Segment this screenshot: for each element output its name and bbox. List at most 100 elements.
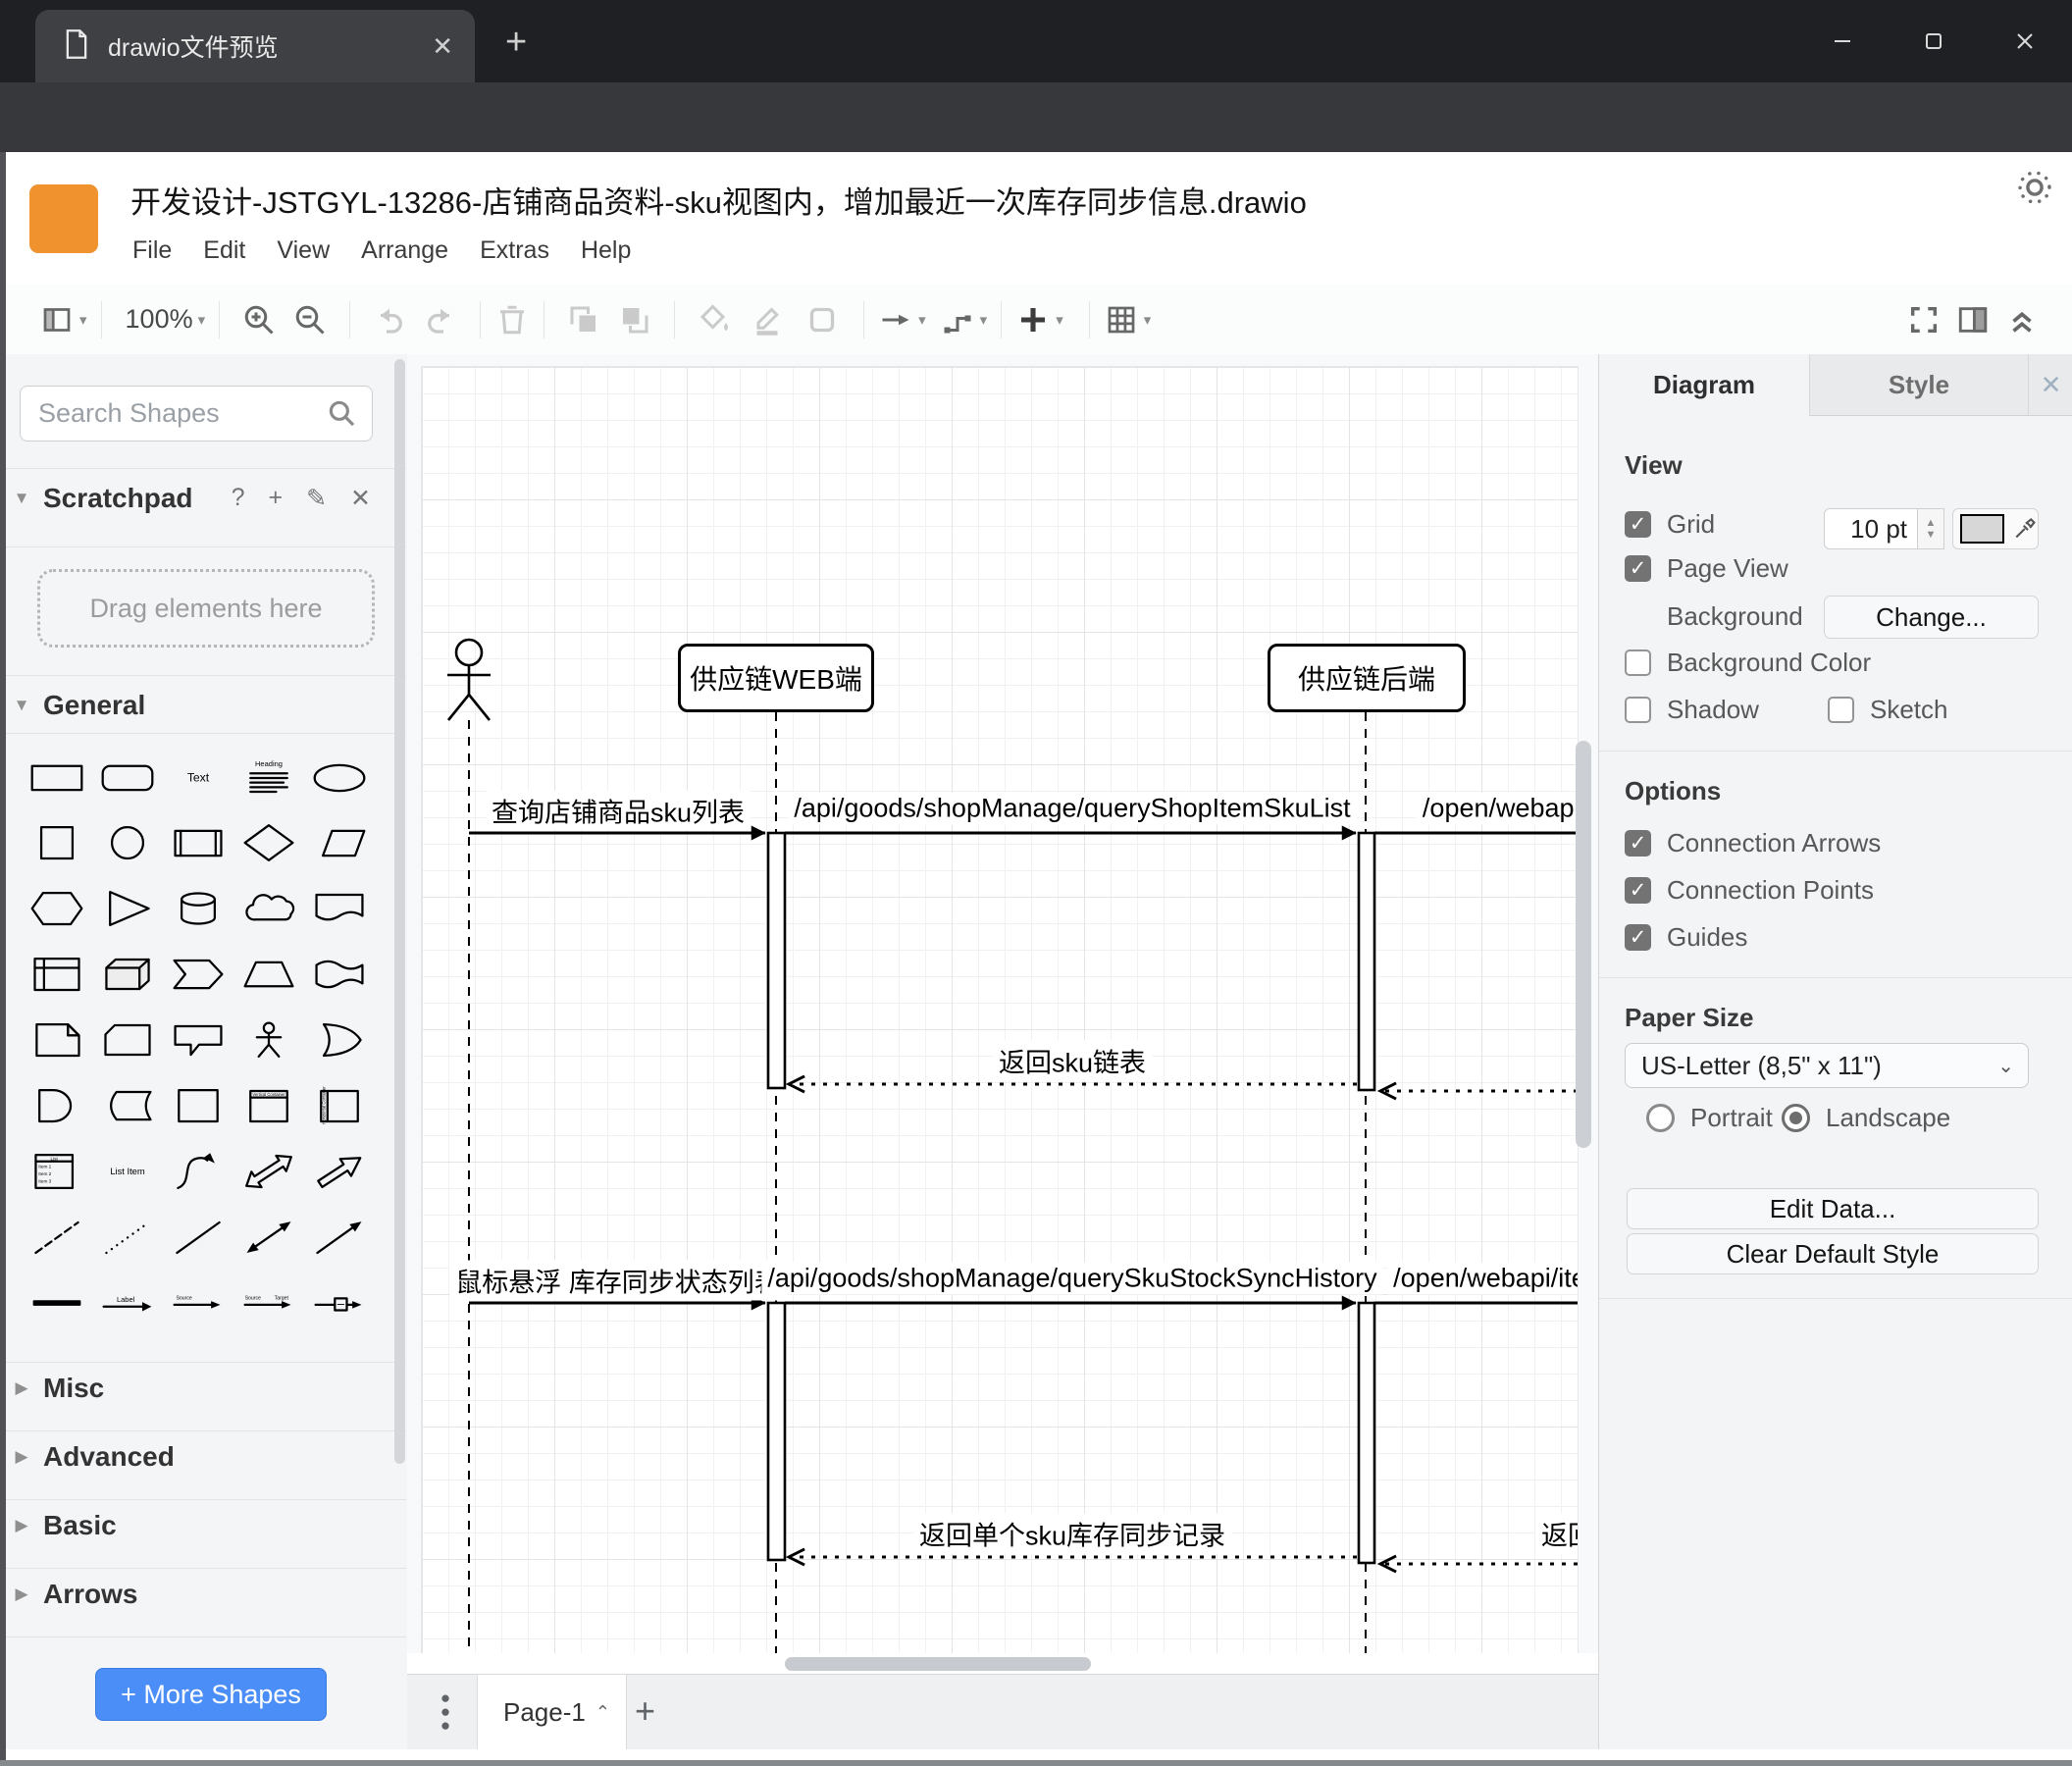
shape-cylinder[interactable] <box>166 879 231 938</box>
edit-data-button[interactable]: Edit Data... <box>1627 1188 2039 1229</box>
fill-color-icon[interactable] <box>697 298 732 341</box>
theme-toggle-icon[interactable] <box>2013 166 2056 214</box>
connection-arrow-button[interactable]: ▾ <box>878 298 926 341</box>
shape-tape[interactable] <box>307 945 372 1004</box>
shape-document[interactable] <box>307 879 372 938</box>
section-general[interactable]: ▼ General <box>0 684 406 727</box>
landscape-radio[interactable] <box>1782 1104 1810 1132</box>
format-panel-toggle-icon[interactable] <box>1956 298 1990 341</box>
shape-process[interactable] <box>166 813 231 872</box>
menu-help[interactable]: Help <box>581 236 631 265</box>
undo-icon[interactable] <box>372 298 407 341</box>
shape-actor[interactable] <box>236 1011 301 1069</box>
shape-hexagon[interactable] <box>25 879 89 938</box>
scratchpad-close-icon[interactable]: ✕ <box>350 484 371 513</box>
shape-callout[interactable] <box>166 1011 231 1069</box>
vertical-scrollbar[interactable] <box>1576 741 1591 1148</box>
to-back-icon[interactable] <box>617 298 652 341</box>
page-view-checkbox[interactable] <box>1625 555 1651 582</box>
message-label[interactable]: 返回 <box>1535 1513 1578 1554</box>
change-background-button[interactable]: Change... <box>1824 596 2039 639</box>
shape-dashed-line[interactable] <box>25 1208 89 1267</box>
shape-or[interactable] <box>307 1011 372 1069</box>
portrait-radio[interactable] <box>1646 1104 1675 1132</box>
search-input[interactable] <box>36 392 325 434</box>
shape-list-item[interactable]: List Item <box>95 1142 160 1201</box>
activation-web-1[interactable] <box>766 831 787 1090</box>
tab-diagram[interactable]: Diagram <box>1599 354 1809 415</box>
more-shapes-button[interactable]: + More Shapes <box>95 1668 327 1721</box>
insert-button[interactable]: ▾ <box>1015 298 1063 341</box>
shape-ellipse[interactable] <box>307 748 372 806</box>
tab-close-icon[interactable]: ✕ <box>432 31 453 62</box>
activation-backend-2[interactable] <box>1357 1301 1376 1565</box>
diagram-canvas[interactable]: 供应链WEB端 供应链后端 查询店铺商品sku列表 /api/goods/sho… <box>407 354 1598 1674</box>
shape-source-connector[interactable]: Source <box>166 1273 231 1332</box>
shape-text[interactable]: Text <box>166 748 231 806</box>
shape-and[interactable] <box>25 1076 89 1135</box>
message-label[interactable]: /open/webapi/ <box>1416 792 1578 825</box>
horizontal-scrollbar[interactable] <box>785 1657 1091 1671</box>
page-tab[interactable]: Page-1 ⌃ <box>477 1675 627 1750</box>
shape-dotted-line[interactable] <box>95 1208 160 1267</box>
shape-step[interactable] <box>166 945 231 1004</box>
actor-figure[interactable] <box>446 638 492 721</box>
shape-circle[interactable] <box>95 813 160 872</box>
menu-view[interactable]: View <box>277 236 330 265</box>
message-label[interactable]: 返回单个sku库存同步记录 <box>912 1513 1232 1554</box>
shadow-checkbox[interactable] <box>1625 697 1651 723</box>
section-advanced[interactable]: ▶ Advanced <box>0 1435 406 1479</box>
connection-points-checkbox[interactable] <box>1625 877 1651 904</box>
scratchpad-add-icon[interactable]: + <box>268 484 283 513</box>
section-misc[interactable]: ▶ Misc <box>0 1367 406 1410</box>
participant-web[interactable]: 供应链WEB端 <box>678 644 874 712</box>
shape-trapezoid[interactable] <box>236 945 301 1004</box>
shape-diamond[interactable] <box>236 813 301 872</box>
line-color-icon[interactable] <box>750 298 785 341</box>
shape-line[interactable] <box>166 1208 231 1267</box>
shape-note[interactable] <box>25 1011 89 1069</box>
shape-cloud[interactable] <box>236 879 301 938</box>
shape-triangle[interactable] <box>95 879 160 938</box>
shape-directional-connector[interactable] <box>307 1208 372 1267</box>
scratchpad-edit-icon[interactable]: ✎ <box>306 484 327 513</box>
shape-heading[interactable]: Heading <box>236 748 301 806</box>
tab-style[interactable]: Style <box>1809 354 2028 416</box>
background-color-checkbox[interactable] <box>1625 649 1651 676</box>
message-label[interactable]: /open/webapi/iten <box>1387 1262 1578 1295</box>
shape-internal-storage[interactable] <box>25 945 89 1004</box>
to-front-icon[interactable] <box>566 298 601 341</box>
message-label[interactable]: /api/goods/shopManage/queryShopItemSkuLi… <box>788 792 1357 825</box>
minimize-button[interactable] <box>1819 18 1866 65</box>
shape-card[interactable] <box>95 1011 160 1069</box>
zoom-level-button[interactable]: 100% ▾ <box>116 298 206 341</box>
shape-square[interactable] <box>25 813 89 872</box>
grid-checkbox[interactable] <box>1625 511 1651 538</box>
menu-extras[interactable]: Extras <box>480 236 549 265</box>
delete-icon[interactable] <box>494 298 530 341</box>
fullscreen-icon[interactable] <box>1907 298 1941 341</box>
zoom-out-icon[interactable] <box>292 298 328 341</box>
add-page-button[interactable]: + <box>635 1690 655 1732</box>
grid-color-button[interactable] <box>1952 508 2039 549</box>
redo-icon[interactable] <box>423 298 458 341</box>
collapse-toolbar-icon[interactable] <box>2005 298 2039 341</box>
clear-default-style-button[interactable]: Clear Default Style <box>1627 1233 2039 1274</box>
shape-vertical-container[interactable]: Vertical Container <box>236 1076 301 1135</box>
shape-parallelogram[interactable] <box>307 813 372 872</box>
participant-backend[interactable]: 供应链后端 <box>1268 644 1466 712</box>
message-label[interactable]: 返回sku链表 <box>992 1040 1153 1081</box>
grid-size-input[interactable] <box>1824 508 1918 549</box>
menu-arrange[interactable]: Arrange <box>361 236 448 265</box>
new-tab-button[interactable]: + <box>505 22 527 64</box>
shape-source-target-connector[interactable]: Source Target <box>236 1273 301 1332</box>
section-arrows[interactable]: ▶ Arrows <box>0 1573 406 1616</box>
zoom-in-icon[interactable] <box>241 298 277 341</box>
menu-edit[interactable]: Edit <box>203 236 245 265</box>
shape-bidirectional-arrow[interactable] <box>236 1142 301 1201</box>
shape-arrow[interactable] <box>307 1142 372 1201</box>
activation-backend-1[interactable] <box>1357 831 1376 1092</box>
shape-horizontal-container[interactable]: Horizontal Container <box>307 1076 372 1135</box>
shape-link[interactable] <box>25 1273 89 1332</box>
sketch-checkbox[interactable] <box>1828 697 1854 723</box>
